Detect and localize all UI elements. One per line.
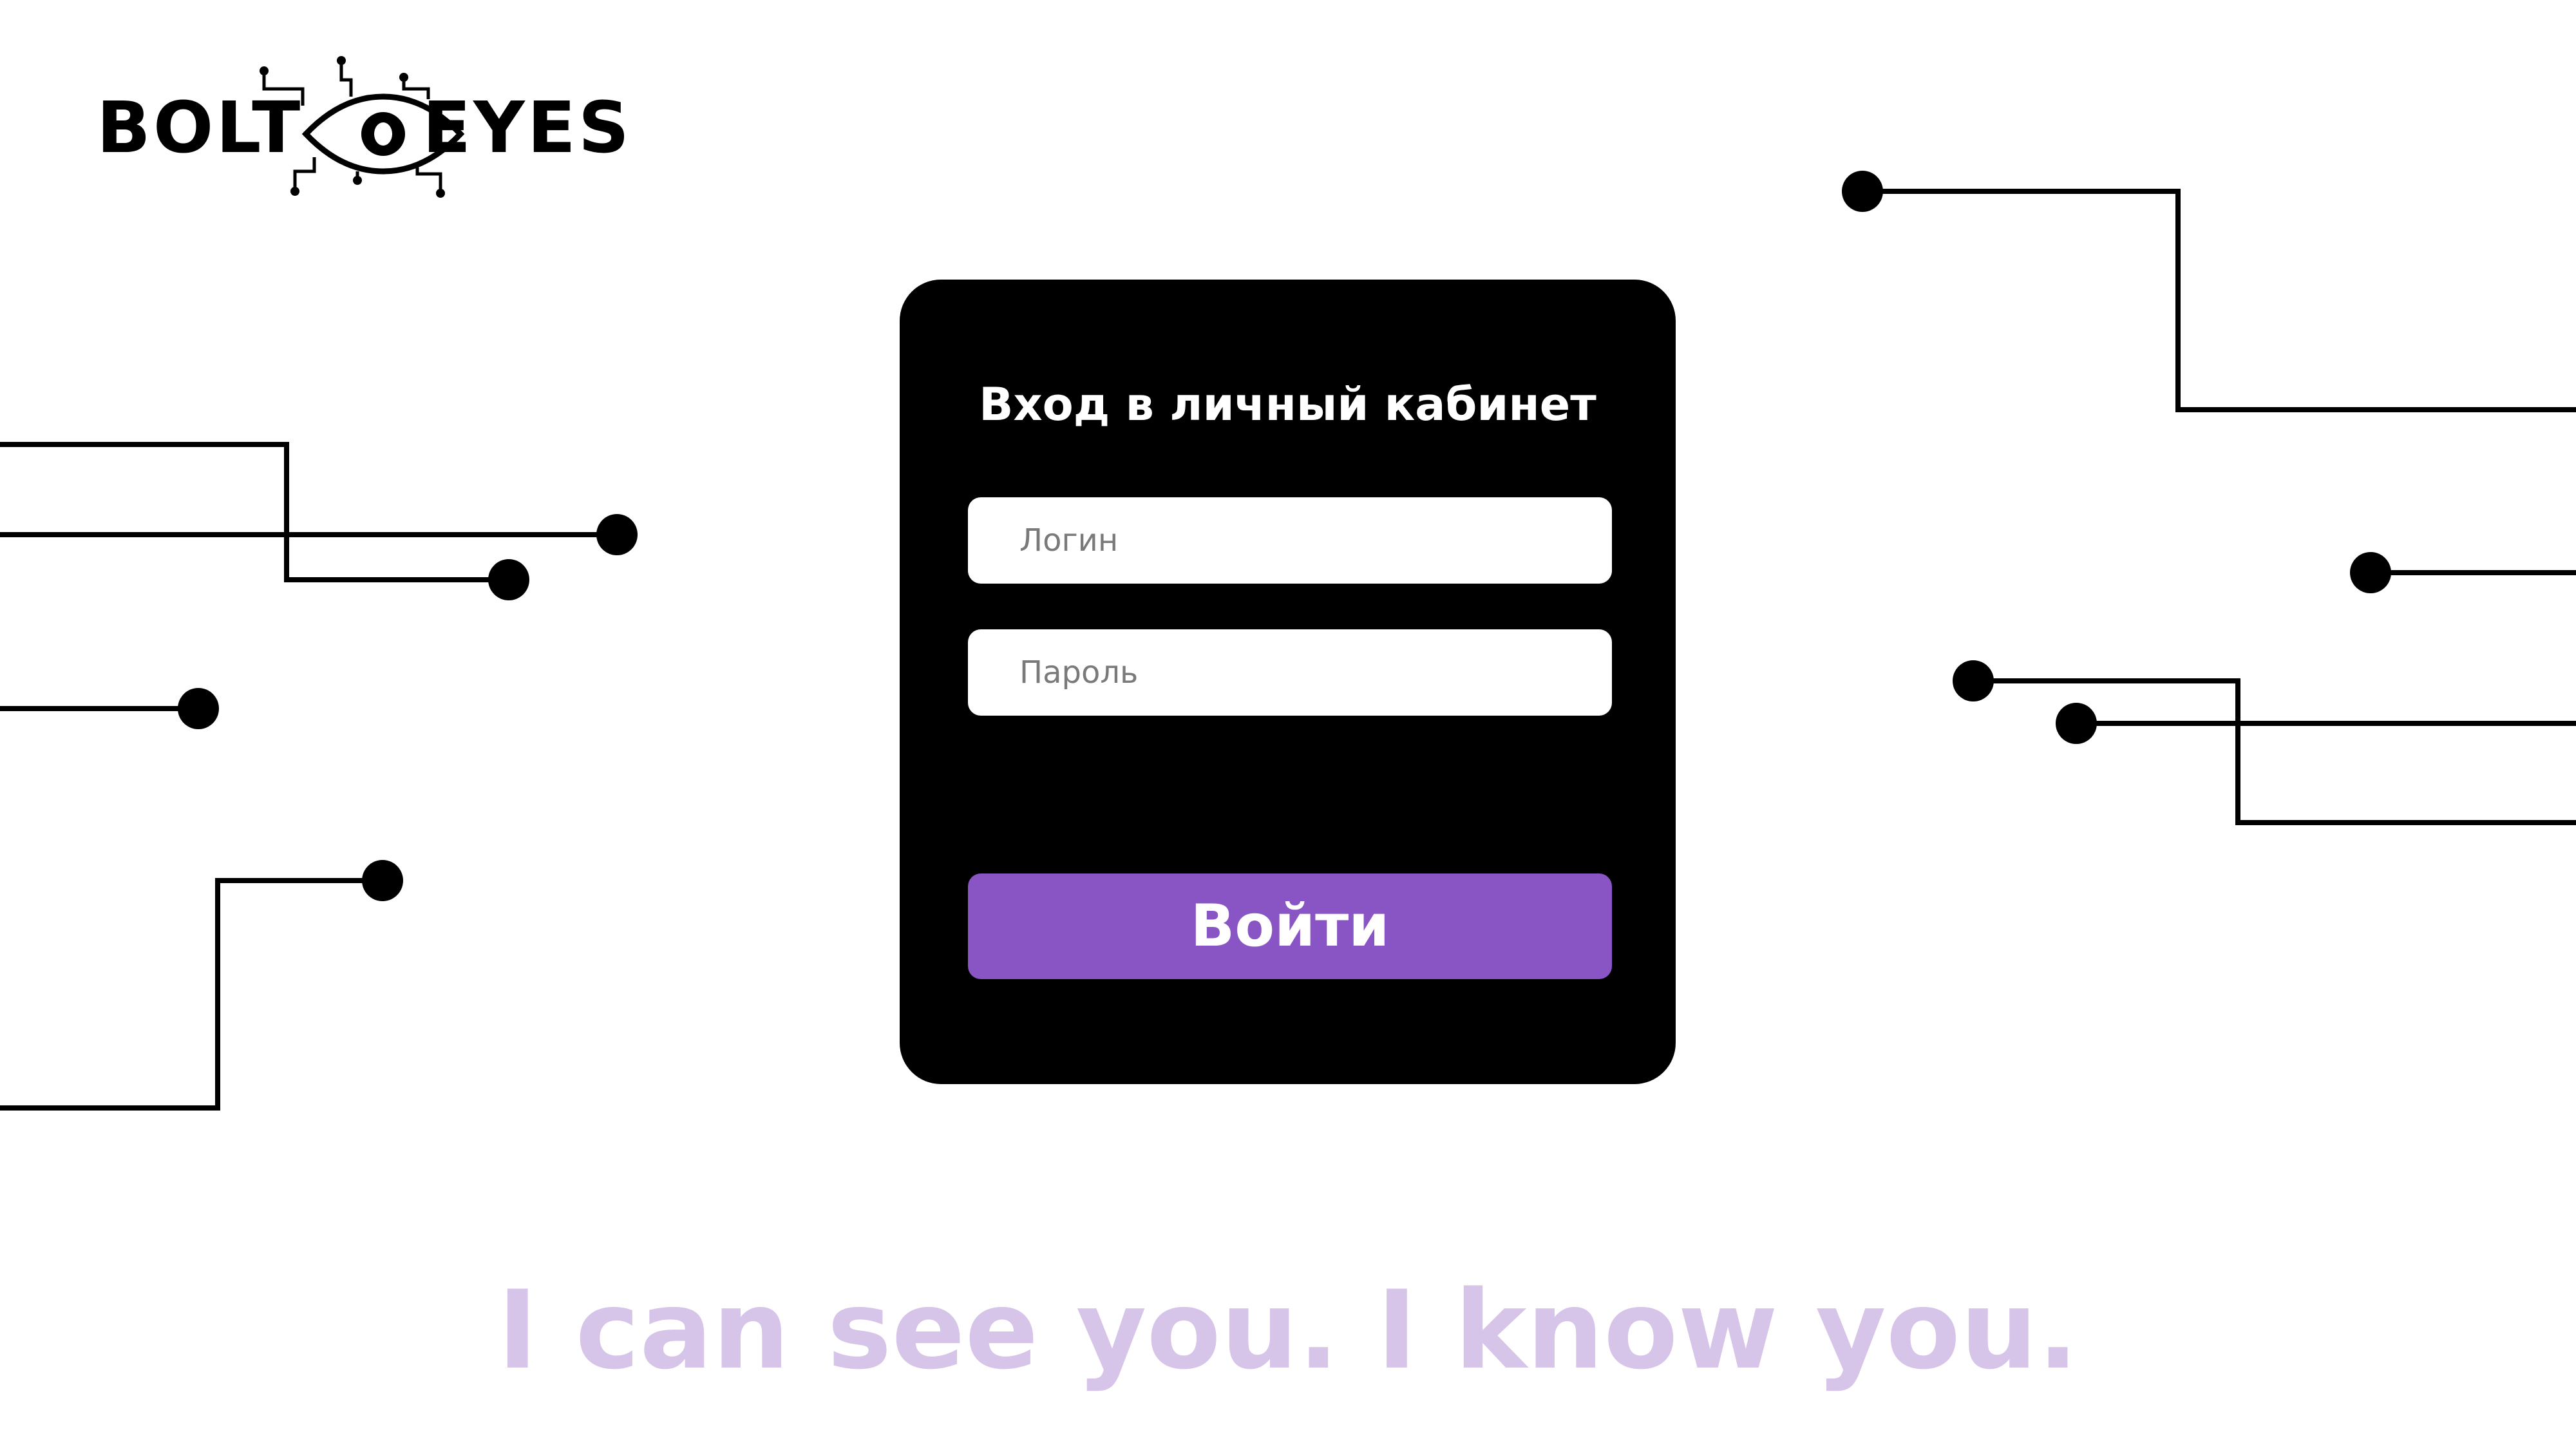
circuit-node (1953, 660, 1994, 701)
login-card: Вход в личный кабинет Войти (900, 280, 1676, 1084)
login-input[interactable] (968, 497, 1612, 584)
login-title: Вход в личный кабинет (979, 378, 1596, 431)
circuit-node (2350, 552, 2391, 593)
circuit-line (1973, 678, 2576, 825)
circuit-node (2056, 703, 2097, 744)
circuit-node (596, 514, 638, 555)
circuit-line (0, 878, 383, 1111)
password-input[interactable] (968, 629, 1612, 716)
circuit-node (1842, 171, 1883, 212)
brand-word-right: EYES (422, 86, 632, 169)
circuit-line (0, 442, 509, 582)
circuit-line (1862, 189, 2576, 412)
circuit-node (178, 688, 219, 729)
tagline: I can see you. I know you. (497, 1267, 2079, 1393)
brand-logo: BOLT EYES (90, 52, 629, 206)
circuit-node (488, 559, 529, 600)
login-button[interactable]: Войти (968, 873, 1612, 979)
circuit-node (362, 860, 403, 901)
